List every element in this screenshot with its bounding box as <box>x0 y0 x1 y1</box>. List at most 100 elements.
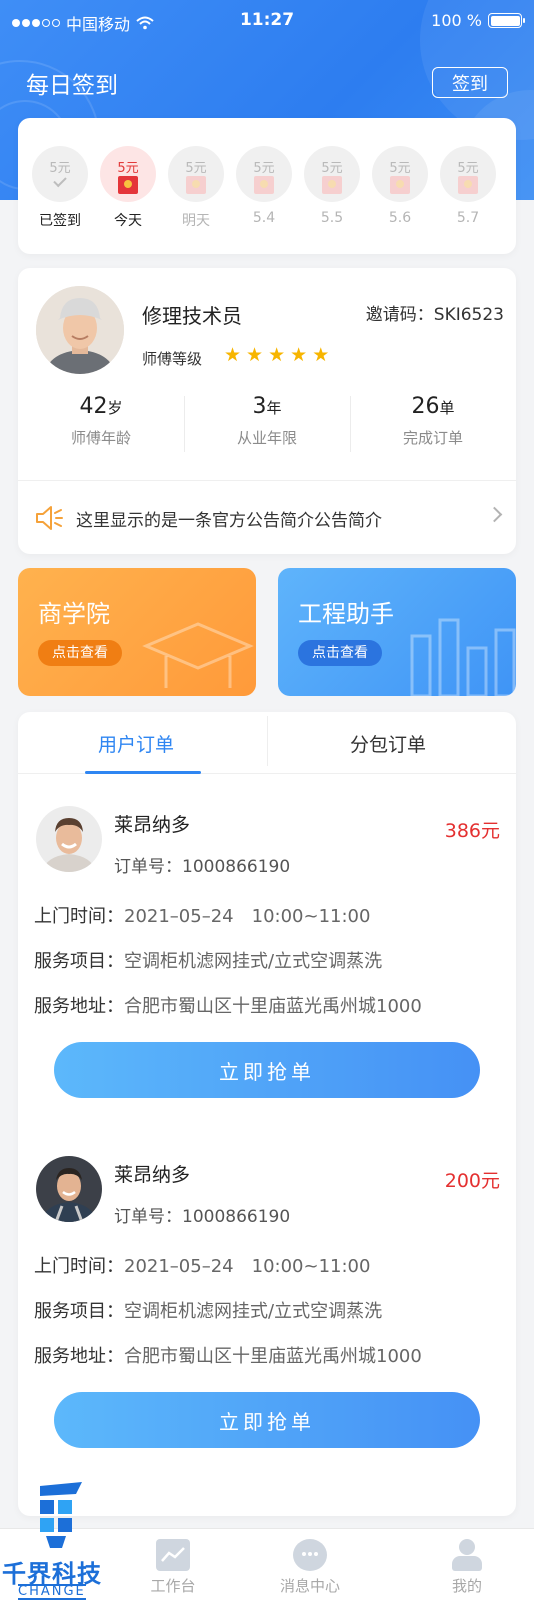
tab-messages[interactable]: 消息中心 <box>265 1539 355 1596</box>
signin-button[interactable]: 签到 <box>432 67 508 98</box>
field-label: 上门时间： <box>34 1256 124 1277</box>
profile-card: 修理技术员 邀请码：SKI6523 师傅等级 ★ ★ ★ ★ ★ 42岁 师傅年… <box>18 268 516 554</box>
visit-time: 上门时间：2021–05–24 10:00~11:00 <box>34 902 370 928</box>
day-amount: 5元 <box>185 161 207 176</box>
day-label: 明天 <box>182 213 210 229</box>
service-address: 服务地址：合肥市蜀山区十里庙蓝光禹州城1000 <box>34 992 422 1018</box>
watermark-logo: 千界科技 CHANGE <box>0 1480 130 1600</box>
tab-user-orders[interactable]: 用户订单 <box>98 730 174 757</box>
checkin-day[interactable]: 5元 已签到 <box>32 146 88 230</box>
tab-label: 工作台 <box>150 1577 196 1595</box>
checkin-day[interactable]: 5元 明天 <box>168 146 224 230</box>
stat-value: 26 <box>411 394 440 419</box>
day-label: 5.6 <box>388 210 412 226</box>
chevron-right-icon <box>486 506 503 523</box>
field-value: 2021–05–24 10:00~11:00 <box>124 1256 371 1277</box>
field-label: 上门时间： <box>34 906 124 927</box>
page-title: 每日签到 <box>26 73 118 99</box>
field-value: 空调柜机滤网挂式/立式空调蒸洗 <box>124 1301 383 1322</box>
chart-icon <box>156 1539 190 1571</box>
service-item: 服务项目：空调柜机滤网挂式/立式空调蒸洗 <box>34 947 382 973</box>
day-amount: 5元 <box>253 161 275 176</box>
day-label: 5.7 <box>456 210 480 226</box>
star-icon: ★ <box>290 344 308 366</box>
day-amount: 5元 <box>49 161 71 176</box>
announcement-text: 这里显示的是一条官方公告简介公告简介 <box>76 511 382 531</box>
tab-subcontract-orders[interactable]: 分包订单 <box>350 730 426 757</box>
checkin-day[interactable]: 5元 今天 <box>100 146 156 230</box>
service-address: 服务地址：合肥市蜀山区十里庙蓝光禹州城1000 <box>34 1342 422 1368</box>
checkin-day[interactable]: 5元 5.7 <box>440 146 496 226</box>
logo-icon <box>40 1482 82 1548</box>
tab-workbench[interactable]: 工作台 <box>128 1539 218 1596</box>
order-tabs: 用户订单 分包订单 <box>18 712 516 774</box>
field-value: 合肥市蜀山区十里庙蓝光禹州城1000 <box>124 996 422 1017</box>
stat-unit: 岁 <box>107 399 123 417</box>
stat-value: 3 <box>252 394 267 419</box>
announcement-bar[interactable]: 这里显示的是一条官方公告简介公告简介 <box>18 482 516 554</box>
view-button[interactable]: 点击查看 <box>298 640 382 666</box>
checkin-card: 5元 已签到 5元 今天 5元 明天 5元 5.4 5元 5.5 5元 5.6 … <box>18 118 516 254</box>
tile-title: 工程助手 <box>298 600 394 628</box>
speaker-icon <box>36 506 63 530</box>
field-value: 2021–05–24 10:00~11:00 <box>124 906 371 927</box>
visit-time: 上门时间：2021–05–24 10:00~11:00 <box>34 1252 370 1278</box>
field-label: 服务地址： <box>34 1346 124 1367</box>
customer-avatar <box>36 1156 102 1222</box>
order-item: 莱昂纳多 386元 订单号：1000866190 上门时间：2021–05–24… <box>18 774 516 1124</box>
field-value: 合肥市蜀山区十里庙蓝光禹州城1000 <box>124 1346 422 1367</box>
watermark-subtext: CHANGE <box>18 1584 86 1600</box>
technician-name: 修理技术员 <box>142 304 242 328</box>
red-envelope-icon <box>390 176 410 194</box>
level-label: 师傅等级 <box>142 350 203 368</box>
divider <box>18 480 516 481</box>
business-school-tile[interactable]: 商学院 点击查看 <box>18 568 256 696</box>
customer-name: 莱昂纳多 <box>114 814 191 836</box>
tab-label: 消息中心 <box>279 1577 340 1595</box>
engineering-assistant-tile[interactable]: 工程助手 点击查看 <box>278 568 516 696</box>
view-button[interactable]: 点击查看 <box>38 640 122 666</box>
stats-row: 42岁 师傅年龄 3年 从业年限 26单 完成订单 <box>18 394 516 456</box>
technician-avatar <box>36 286 124 374</box>
grab-order-button[interactable]: 立即抢单 <box>54 1042 480 1098</box>
star-icon: ★ <box>246 344 264 366</box>
red-envelope-icon <box>458 176 478 194</box>
bar-chart-icon <box>410 618 516 696</box>
day-label: 5.4 <box>252 210 276 226</box>
red-envelope-icon <box>186 176 206 194</box>
stat-label: 完成订单 <box>402 429 463 447</box>
field-label: 服务项目： <box>34 1301 124 1322</box>
battery-icon <box>488 13 525 28</box>
field-label: 服务项目： <box>34 951 124 972</box>
stat-age: 42岁 师傅年龄 <box>18 394 184 456</box>
order-price: 200元 <box>444 1170 500 1192</box>
message-icon <box>293 1539 327 1571</box>
day-amount: 5元 <box>321 161 343 176</box>
day-amount: 5元 <box>389 161 411 176</box>
checkin-day[interactable]: 5元 5.5 <box>304 146 360 226</box>
tab-label: 我的 <box>451 1577 482 1595</box>
day-amount: 5元 <box>457 161 479 176</box>
tile-title: 商学院 <box>38 600 110 628</box>
status-bar: 中国移动 11:27 100 % <box>0 0 534 44</box>
tab-profile[interactable]: 我的 <box>422 1539 512 1596</box>
tab-divider <box>267 716 268 766</box>
order-item: 莱昂纳多 200元 订单号：1000866190 上门时间：2021–05–24… <box>18 1124 516 1474</box>
stat-label: 师傅年龄 <box>70 429 131 447</box>
red-envelope-icon <box>254 176 274 194</box>
grab-order-button[interactable]: 立即抢单 <box>54 1392 480 1448</box>
star-icon: ★ <box>268 344 286 366</box>
service-item: 服务项目：空调柜机滤网挂式/立式空调蒸洗 <box>34 1297 382 1323</box>
stat-unit: 年 <box>266 399 282 417</box>
star-icon: ★ <box>312 344 330 366</box>
red-envelope-icon <box>322 176 342 194</box>
user-icon <box>450 1539 484 1571</box>
battery-percent: 100 % <box>431 11 482 30</box>
checkin-day[interactable]: 5元 5.6 <box>372 146 428 226</box>
orders-card: 用户订单 分包订单 莱昂纳多 386元 订单号：1000866190 上门时间：… <box>18 712 516 1516</box>
red-envelope-icon <box>118 176 138 194</box>
graduation-cap-icon <box>142 622 254 688</box>
field-value: 空调柜机滤网挂式/立式空调蒸洗 <box>124 951 383 972</box>
star-icon: ★ <box>224 344 242 366</box>
checkin-day[interactable]: 5元 5.4 <box>236 146 292 226</box>
